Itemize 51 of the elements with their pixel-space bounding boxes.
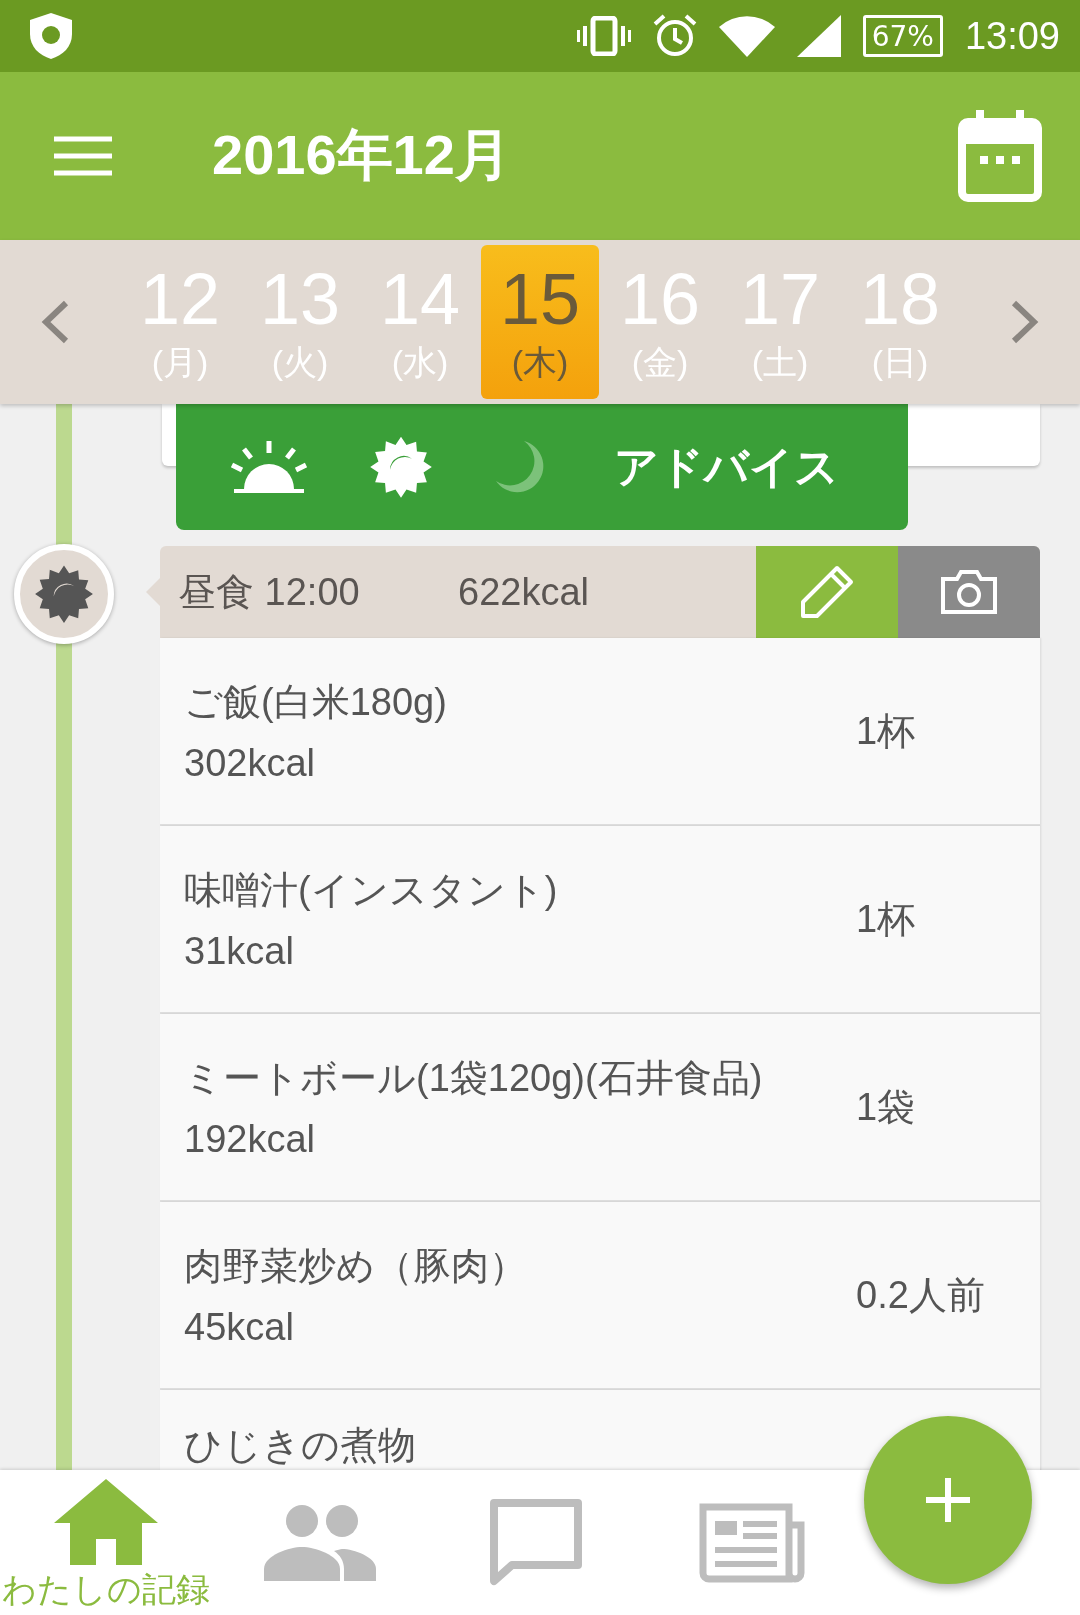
food-calories: 45kcal [184,1306,295,1349]
food-amount: 1杯 [856,896,917,942]
newspaper-icon [699,1502,805,1583]
chevron-left-icon [40,299,70,345]
calendar-button[interactable] [958,110,1042,202]
day-tab[interactable]: 15 (木) [481,245,599,399]
battery-indicator: 67% [862,15,943,57]
food-row[interactable]: ご飯(白米180g) 302kcal 1杯 [160,638,1040,826]
plus-icon [926,1478,970,1522]
calendar-icon [958,110,1042,202]
food-row[interactable]: 味噌汁(インスタント) 31kcal 1杯 [160,826,1040,1014]
pencil-icon [799,564,855,620]
food-amount: 1袋 [856,1084,917,1130]
next-week-button[interactable] [1010,299,1040,345]
month-title: 2016年12月 [212,122,512,188]
food-calories: 302kcal [184,742,316,785]
camera-icon [939,569,999,615]
menu-icon [54,136,112,176]
clock-time: 13:09 [964,14,1060,58]
food-name: 肉野菜炒め（豚肉） [184,1244,528,1289]
wifi-icon [718,15,775,57]
vibrate-icon [576,16,631,56]
camera-button[interactable] [898,546,1040,638]
app-shield-icon [30,13,72,59]
food-name: ミートボール(1袋120g)(石井食品) [184,1056,764,1101]
people-icon [264,1504,376,1581]
sunrise-icon [230,439,308,495]
sun-icon [33,563,95,625]
food-row[interactable]: 肉野菜炒め（豚肉） 45kcal 0.2人前 [160,1202,1040,1390]
edit-button[interactable] [756,546,898,638]
food-name: 味噌汁(インスタント) [184,868,559,913]
moon-icon [494,439,544,495]
food-name: ご飯(白米180g) [184,680,448,725]
food-calories: 31kcal [184,930,295,973]
advice-button[interactable]: アドバイス [176,404,908,530]
previous-week-button[interactable] [40,299,70,345]
alarm-icon [652,14,697,58]
food-amount: 0.2人前 [856,1272,986,1318]
food-row[interactable]: ミートボール(1袋120g)(石井食品) 192kcal 1袋 [160,1014,1040,1202]
food-row[interactable]: ひじきの煮物 [160,1390,1040,1470]
menu-button[interactable] [54,136,112,176]
meal-calories: 622kcal [458,570,590,614]
chat-icon [490,1498,582,1587]
food-name: ひじきの煮物 [184,1423,417,1468]
home-icon [54,1479,158,1565]
food-amount: 1杯 [856,708,917,754]
signal-icon [796,15,841,57]
meal-title: 昼食 12:00 [178,569,361,615]
food-calories: 192kcal [184,1118,316,1161]
chevron-right-icon [1010,299,1040,345]
nav-tab[interactable]: わたしの記録 [0,1470,212,1615]
